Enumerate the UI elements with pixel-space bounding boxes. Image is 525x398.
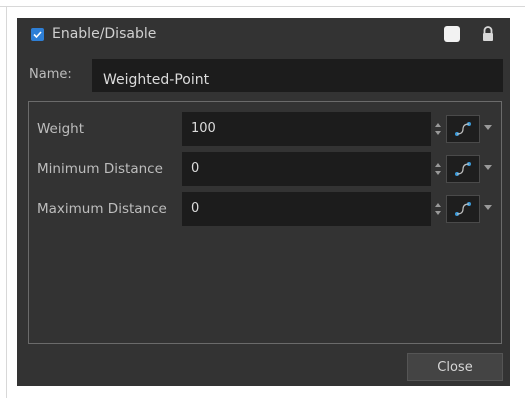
outer-frame-top — [0, 6, 525, 7]
dialog-header: Enable/Disable — [17, 18, 510, 52]
color-swatch-icon[interactable] — [444, 26, 460, 42]
close-button[interactable]: Close — [407, 353, 503, 381]
parameters-group: Weight 100 Minimum Distance 0 Maximum Di… — [28, 101, 502, 344]
weight-label: Weight — [37, 121, 85, 137]
spinner-arrows-icon[interactable] — [435, 162, 441, 176]
name-field[interactable] — [92, 59, 503, 92]
maximum-distance-field[interactable]: 0 — [182, 192, 431, 226]
function-button[interactable] — [446, 195, 480, 223]
param-row-maximum-distance: Maximum Distance 0 — [29, 192, 499, 226]
function-curve-icon — [455, 122, 471, 136]
param-row-minimum-distance: Minimum Distance 0 — [29, 152, 499, 186]
outer-frame-left — [6, 6, 7, 398]
function-button[interactable] — [446, 115, 480, 143]
layer-properties-dialog: Enable/Disable Name: Weight 100 — [17, 18, 510, 386]
param-row-weight: Weight 100 — [29, 112, 499, 146]
dropdown-arrow-icon[interactable] — [484, 125, 492, 130]
function-curve-icon — [455, 162, 471, 176]
lock-icon[interactable] — [481, 25, 495, 43]
dropdown-arrow-icon[interactable] — [484, 165, 492, 170]
maximum-distance-label: Maximum Distance — [37, 201, 167, 217]
minimum-distance-field[interactable]: 0 — [182, 152, 431, 186]
name-label: Name: — [29, 67, 72, 82]
dropdown-arrow-icon[interactable] — [484, 205, 492, 210]
checkmark-icon — [33, 31, 42, 39]
function-curve-icon — [455, 202, 471, 216]
spinner-arrows-icon[interactable] — [435, 202, 441, 216]
enable-checkbox[interactable] — [31, 28, 44, 41]
minimum-distance-label: Minimum Distance — [37, 161, 163, 177]
function-button[interactable] — [446, 155, 480, 183]
spinner-arrows-icon[interactable] — [435, 122, 441, 136]
enable-disable-label: Enable/Disable — [52, 26, 157, 42]
weight-field[interactable]: 100 — [182, 112, 431, 146]
